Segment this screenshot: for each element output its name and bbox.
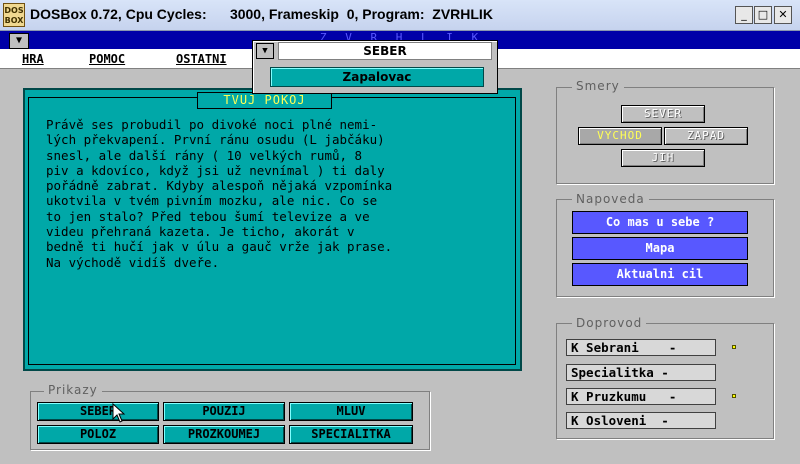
system-menu-icon[interactable]: ▼ [9, 33, 29, 49]
menu-pomoc[interactable]: POMOC [89, 52, 125, 66]
window-title: DOSBox 0.72, Cpu Cycles: 3000, Frameskip… [30, 6, 493, 22]
room-title: TVUJ POKOJ [197, 92, 332, 109]
dropdown-arrow-icon[interactable]: ▼ [256, 43, 274, 59]
close-icon[interactable]: ✕ [774, 6, 792, 24]
companion-field-sebrani[interactable]: K Sebrani - [566, 339, 716, 356]
commands-title: Prikazy [44, 383, 102, 397]
directions-title: Smery [572, 79, 624, 93]
help-title: Napoveda [572, 192, 649, 206]
status-dot-icon [732, 345, 736, 349]
inventory-button[interactable]: Co mas u sebe ? [572, 211, 748, 234]
west-button[interactable]: ZAPAD [664, 127, 748, 145]
minimize-icon[interactable]: _ [735, 6, 753, 24]
companion-field-specialitka[interactable]: Specialitka - [566, 364, 716, 381]
status-dot-icon [732, 394, 736, 398]
north-button[interactable]: SEVER [621, 105, 705, 123]
map-button[interactable]: Mapa [572, 237, 748, 260]
east-button[interactable]: VYCHOD [578, 127, 662, 145]
pouzij-button[interactable]: POUZIJ [163, 402, 285, 421]
maximize-icon[interactable]: □ [754, 6, 772, 24]
current-goal-button[interactable]: Aktualni cil [572, 263, 748, 286]
dosbox-app-icon[interactable]: DOS BOX [3, 3, 25, 27]
dropdown-item-zapalovac[interactable]: Zapalovac [270, 67, 484, 87]
mluv-button[interactable]: MLUV [289, 402, 413, 421]
south-button[interactable]: JIH [621, 149, 705, 167]
seber-button[interactable]: SEBER [37, 402, 159, 421]
companion-title: Doprovod [572, 316, 647, 330]
companion-field-osloveni[interactable]: K Osloveni - [566, 412, 716, 429]
dropdown-label: SEBER [278, 42, 492, 60]
prozkoumej-button[interactable]: PROZKOUMEJ [163, 425, 285, 444]
specialitka-button[interactable]: SPECIALITKA [289, 425, 413, 444]
mouse-cursor-icon [112, 403, 126, 423]
menu-hra[interactable]: HRA [22, 52, 44, 66]
menu-ostatni[interactable]: OSTATNI [176, 52, 227, 66]
poloz-button[interactable]: POLOZ [37, 425, 159, 444]
room-description: Právě ses probudil po divoké noci plné n… [46, 117, 393, 270]
companion-field-pruzkumu[interactable]: K Pruzkumu - [566, 388, 716, 405]
